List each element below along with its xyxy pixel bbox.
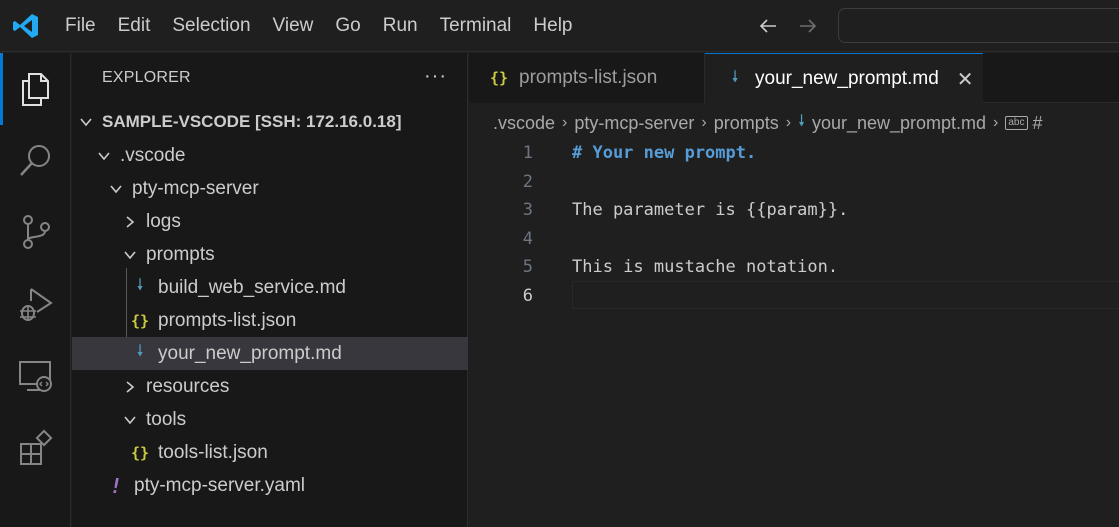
line-number: 6 xyxy=(522,285,533,306)
command-center-search[interactable] xyxy=(838,8,1119,43)
activity-bar xyxy=(0,53,71,527)
search-icon[interactable] xyxy=(17,141,55,179)
markdown-file-icon: 🠗 xyxy=(136,341,144,360)
tab-your-new-prompt-md[interactable]: 🠗 your_new_prompt.md ✕ xyxy=(705,53,983,104)
chevron-down-icon xyxy=(124,415,136,424)
explorer-title: EXPLORER xyxy=(102,69,191,86)
tab-label: your_new_prompt.md xyxy=(755,68,939,89)
tree-item-label: your_new_prompt.md xyxy=(158,342,342,364)
arrow-right-icon[interactable] xyxy=(796,14,820,38)
vscode-logo-icon xyxy=(13,14,38,38)
source-control-icon[interactable] xyxy=(17,213,55,251)
tree-item-label: tools xyxy=(146,408,187,430)
line-content: # Your new prompt. xyxy=(572,142,757,163)
code-line: 6 xyxy=(469,281,1119,310)
tree-item-label: prompts-list.json xyxy=(158,309,297,331)
json-file-icon: {} xyxy=(130,443,150,462)
breadcrumb-item[interactable]: .vscode xyxy=(493,113,555,134)
breadcrumb-symbol[interactable]: # xyxy=(1033,113,1043,134)
breadcrumb: .vscode › pty-mcp-server › prompts › 🠗 y… xyxy=(493,111,1043,135)
menu-go[interactable]: Go xyxy=(324,0,371,52)
tree-folder-pty-mcp-server[interactable]: pty-mcp-server xyxy=(72,172,468,205)
menu-bar: File Edit Selection View Go Run Terminal… xyxy=(54,0,584,52)
menu-terminal[interactable]: Terminal xyxy=(429,0,523,52)
code-line: 3 The parameter is {{param}}. xyxy=(469,195,1119,224)
tree-item-label: pty-mcp-server.yaml xyxy=(134,474,306,496)
line-content: This is mustache notation. xyxy=(572,256,839,277)
menu-help[interactable]: Help xyxy=(522,0,583,52)
chevron-down-icon xyxy=(80,117,92,126)
breadcrumb-item[interactable]: your_new_prompt.md xyxy=(812,113,986,134)
tab-bar: {} prompts-list.json 🠗 your_new_prompt.m… xyxy=(469,53,1119,104)
arrow-left-icon[interactable] xyxy=(756,14,780,38)
breadcrumb-item[interactable]: pty-mcp-server xyxy=(574,113,694,134)
code-line: 1 # Your new prompt. xyxy=(469,138,1119,167)
active-indicator xyxy=(0,53,3,125)
files-icon[interactable] xyxy=(17,70,55,108)
tab-prompts-list-json[interactable]: {} prompts-list.json xyxy=(469,53,705,103)
json-file-icon: {} xyxy=(130,311,150,330)
tree-folder-tools[interactable]: tools xyxy=(72,403,468,436)
menu-run[interactable]: Run xyxy=(372,0,429,52)
tree-file-prompts-list[interactable]: {} prompts-list.json xyxy=(72,304,468,337)
chevron-right-icon xyxy=(126,215,135,228)
tree-item-label: pty-mcp-server xyxy=(132,177,259,199)
chevron-down-icon xyxy=(110,184,122,193)
chevron-right-icon: › xyxy=(701,114,707,131)
workspace-root[interactable]: SAMPLE-VSCODE [SSH: 172.16.0.18] xyxy=(72,105,468,138)
menu-view[interactable]: View xyxy=(262,0,325,52)
tree-item-label: build_web_service.md xyxy=(158,276,346,298)
close-icon[interactable]: ✕ xyxy=(957,67,974,92)
title-bar: File Edit Selection View Go Run Terminal… xyxy=(0,0,1119,52)
explorer-sidebar: EXPLORER ··· SAMPLE-VSCODE [SSH: 172.16.… xyxy=(72,53,468,527)
tree-folder-vscode[interactable]: .vscode xyxy=(72,139,468,172)
tree-folder-prompts[interactable]: prompts xyxy=(72,238,468,271)
tree-file-pty-mcp-server-yaml[interactable]: ! pty-mcp-server.yaml xyxy=(72,469,468,502)
more-actions-icon[interactable]: ··· xyxy=(424,65,447,88)
menu-file[interactable]: File xyxy=(54,0,107,52)
tree-item-label: prompts xyxy=(146,243,215,265)
tree-file-build-web-service[interactable]: 🠗 build_web_service.md xyxy=(72,271,468,304)
chevron-right-icon: › xyxy=(562,114,568,131)
remote-explorer-icon[interactable] xyxy=(17,357,55,395)
markdown-file-icon: 🠗 xyxy=(136,275,144,294)
line-number: 2 xyxy=(522,171,533,192)
line-number: 4 xyxy=(522,228,533,249)
markdown-file-icon: 🠗 xyxy=(731,66,739,86)
chevron-right-icon: › xyxy=(785,114,792,131)
chevron-down-icon xyxy=(98,151,110,160)
breadcrumb-item[interactable]: prompts xyxy=(714,113,779,134)
tree-item-label: tools-list.json xyxy=(158,441,268,463)
tree-folder-logs[interactable]: logs xyxy=(72,205,468,238)
menu-edit[interactable]: Edit xyxy=(107,0,162,52)
markdown-file-icon: 🠗 xyxy=(798,112,805,130)
code-line: 4 xyxy=(469,224,1119,253)
tree-item-label: resources xyxy=(146,375,230,397)
line-number: 5 xyxy=(522,256,533,277)
chevron-right-icon: › xyxy=(993,114,999,131)
workspace-root-label: SAMPLE-VSCODE [SSH: 172.16.0.18] xyxy=(102,111,402,131)
run-debug-icon[interactable] xyxy=(17,285,55,323)
tree-item-label: logs xyxy=(146,210,181,232)
line-content: The parameter is {{param}}. xyxy=(572,199,849,220)
tree-folder-resources[interactable]: resources xyxy=(72,370,468,403)
tree-file-your-new-prompt[interactable]: 🠗 your_new_prompt.md xyxy=(72,337,468,370)
extensions-icon[interactable] xyxy=(17,429,55,467)
line-number: 3 xyxy=(522,199,533,220)
symbol-string-icon: abc xyxy=(1005,116,1028,130)
chevron-down-icon xyxy=(124,250,136,259)
json-file-icon: {} xyxy=(489,69,509,87)
chevron-right-icon xyxy=(126,380,135,393)
menu-selection[interactable]: Selection xyxy=(161,0,261,52)
tree-file-tools-list[interactable]: {} tools-list.json xyxy=(72,436,468,469)
tab-label: prompts-list.json xyxy=(519,67,658,88)
yaml-file-icon: ! xyxy=(109,473,123,498)
code-line: 5 This is mustache notation. xyxy=(469,252,1119,281)
line-number: 1 xyxy=(522,142,533,163)
tree-item-label: .vscode xyxy=(120,144,186,166)
editor-area: {} prompts-list.json 🠗 your_new_prompt.m… xyxy=(469,53,1119,527)
code-line: 2 xyxy=(469,167,1119,196)
